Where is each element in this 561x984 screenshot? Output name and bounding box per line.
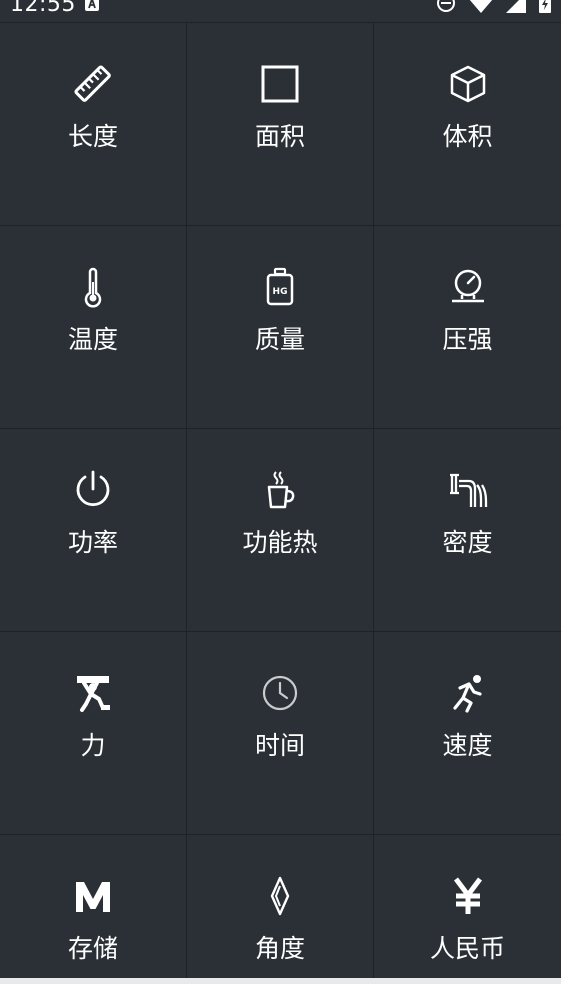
tile-label: 速度 — [442, 731, 493, 760]
coffee-cup-icon — [259, 469, 301, 511]
ruler-icon — [72, 63, 114, 105]
do-not-disturb-icon — [436, 0, 455, 12]
tile-label: 面积 — [254, 122, 305, 151]
status-time: 12:55 — [10, 0, 76, 17]
tile-label: 人民币 — [429, 934, 505, 963]
clock-icon — [259, 672, 301, 714]
wifi-icon — [469, 0, 492, 13]
storage-m-icon — [72, 875, 114, 917]
tile-rmb[interactable]: 人民币 — [374, 835, 561, 979]
tile-time[interactable]: 时间 — [187, 632, 374, 835]
tile-label: 时间 — [254, 731, 305, 760]
status-icons — [428, 0, 551, 13]
tile-label: 功能热 — [242, 528, 318, 557]
tile-mass[interactable]: HG 质量 — [187, 226, 374, 429]
status-bar: 12:55 — [0, 0, 561, 22]
tile-label: 存储 — [67, 934, 118, 963]
tile-pressure[interactable]: 压强 — [374, 226, 561, 429]
tile-area[interactable]: 面积 — [187, 23, 374, 226]
bottom-strip — [0, 978, 561, 984]
force-icon — [72, 672, 114, 714]
tile-angle[interactable]: 角度 — [187, 835, 374, 979]
battery-charging-icon — [539, 0, 551, 13]
cube-icon — [447, 63, 489, 105]
tile-density[interactable]: 密度 — [374, 429, 561, 632]
tile-label: 压强 — [442, 325, 493, 354]
tile-label: 温度 — [67, 325, 118, 354]
tile-label: 长度 — [67, 122, 118, 151]
running-icon — [447, 672, 489, 714]
tile-power[interactable]: 功率 — [0, 429, 187, 632]
tile-force[interactable]: 力 — [0, 632, 187, 835]
signal-icon — [505, 0, 526, 13]
thermometer-icon — [72, 266, 114, 308]
tile-energy[interactable]: 功能热 — [187, 429, 374, 632]
tile-length[interactable]: 长度 — [0, 23, 187, 226]
converter-grid: 长度 面积 体积 温度 HG 质量 压强 功率 功能热 密度 力 时间 速度 存… — [0, 22, 561, 979]
power-icon — [72, 469, 114, 511]
square-icon — [259, 63, 301, 105]
gauge-icon — [447, 266, 489, 308]
yuan-icon — [447, 875, 489, 917]
tile-storage[interactable]: 存储 — [0, 835, 187, 979]
tile-label: 力 — [80, 731, 106, 760]
angle-icon — [259, 875, 301, 917]
svg-text:HG: HG — [273, 287, 288, 297]
a-notification-icon — [84, 0, 100, 16]
weight-icon: HG — [259, 266, 301, 308]
tile-label: 角度 — [254, 934, 305, 963]
tile-label: 功率 — [67, 528, 118, 557]
tile-label: 质量 — [254, 325, 305, 354]
tile-label: 体积 — [442, 122, 493, 151]
tile-volume[interactable]: 体积 — [374, 23, 561, 226]
tile-label: 密度 — [442, 528, 493, 557]
tile-speed[interactable]: 速度 — [374, 632, 561, 835]
tile-temperature[interactable]: 温度 — [0, 226, 187, 429]
density-icon — [447, 469, 489, 511]
